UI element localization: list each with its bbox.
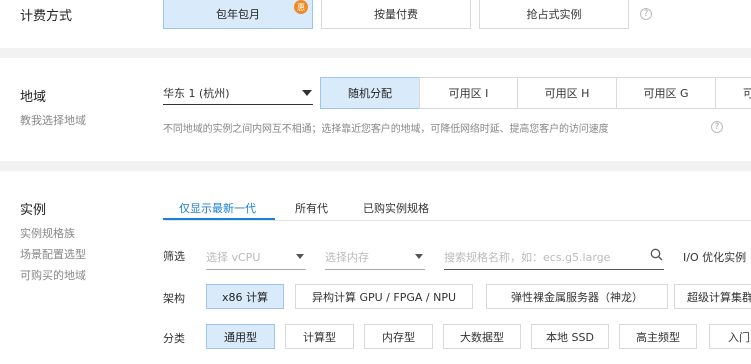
filter-label: 筛选	[163, 250, 185, 263]
arch-heterogeneous[interactable]: 异构计算 GPU / FPGA / NPU	[295, 284, 473, 309]
region-help-icon[interactable]: ?	[711, 121, 723, 133]
zone-random[interactable]: 随机分配	[320, 77, 420, 109]
tab-all-generations[interactable]: 所有代	[295, 200, 328, 216]
arch-bare-metal[interactable]: 弹性裸金属服务器（神龙）	[486, 284, 668, 309]
category-local-ssd[interactable]: 本地 SSD	[531, 324, 609, 349]
chevron-down-icon	[302, 90, 312, 96]
instance-label: 实例	[20, 203, 47, 218]
chevron-down-icon	[415, 254, 423, 259]
category-general[interactable]: 通用型	[206, 324, 275, 349]
arch-label: 架构	[163, 292, 185, 305]
link-purchasable-regions[interactable]: 可购买的地域	[20, 267, 86, 283]
chevron-down-icon	[296, 254, 304, 259]
billing-label: 计费方式	[20, 9, 73, 24]
category-entry[interactable]: 入门	[709, 324, 751, 349]
link-instance-family[interactable]: 实例规格族	[20, 225, 75, 241]
billing-option-preemptible[interactable]: 抢占式实例	[479, 0, 629, 29]
search-icon[interactable]	[650, 248, 663, 261]
link-scenario-selection[interactable]: 场景配置选型	[20, 246, 86, 262]
zone-g[interactable]: 可用区 G	[616, 77, 716, 109]
category-compute[interactable]: 计算型	[285, 324, 354, 349]
arch-x86[interactable]: x86 计算	[206, 284, 284, 309]
category-high-frequency[interactable]: 高主频型	[619, 324, 697, 349]
billing-option-subscription[interactable]: 包年包月	[163, 0, 313, 29]
discount-badge: 惠	[294, 0, 308, 14]
tab-latest-generation[interactable]: 仅显示最新一代	[163, 191, 275, 221]
region-note: 不同地域的实例之间内网互不相通；选择靠近您客户的地域，可降低网络时延、提高您客户…	[163, 124, 609, 135]
tab-purchased-specs[interactable]: 已购实例规格	[363, 200, 429, 216]
region-select[interactable]: 华东 1 (杭州)	[163, 78, 313, 105]
zone-more[interactable]: 可	[715, 77, 751, 109]
region-help-link[interactable]: 教我选择地域	[20, 112, 86, 128]
billing-help-icon[interactable]: ?	[640, 8, 652, 20]
zone-h[interactable]: 可用区 H	[517, 77, 617, 109]
instance-tabs: 仅显示最新一代 所有代 已购实例规格	[163, 191, 751, 221]
memory-select[interactable]: 选择内存	[325, 243, 425, 270]
billing-option-pay-as-you-go[interactable]: 按量付费	[321, 0, 471, 29]
category-label: 分类	[163, 332, 185, 345]
arch-super-computing[interactable]: 超级计算集群	[674, 284, 751, 309]
region-selected: 华东 1 (杭州)	[163, 87, 230, 100]
category-memory[interactable]: 内存型	[364, 324, 433, 349]
category-big-data[interactable]: 大数据型	[443, 324, 521, 349]
zone-i[interactable]: 可用区 I	[419, 77, 518, 109]
io-optimized-label[interactable]: I/O 优化实例	[683, 249, 746, 265]
instance-panel: 实例 实例规格族 场景配置选型 可购买的地域 仅显示最新一代 所有代 已购实例规…	[0, 171, 751, 364]
vcpu-select[interactable]: 选择 vCPU	[206, 243, 306, 270]
region-panel: 地域 教我选择地域 华东 1 (杭州) 随机分配 可用区 I 可用区 H 可用区…	[0, 58, 751, 161]
region-label: 地域	[20, 90, 47, 105]
billing-panel: 计费方式 包年包月 惠 按量付费 抢占式实例 ?	[0, 0, 751, 48]
spec-search-input[interactable]: 搜索规格名称，如：ecs.g5.large	[444, 243, 664, 270]
